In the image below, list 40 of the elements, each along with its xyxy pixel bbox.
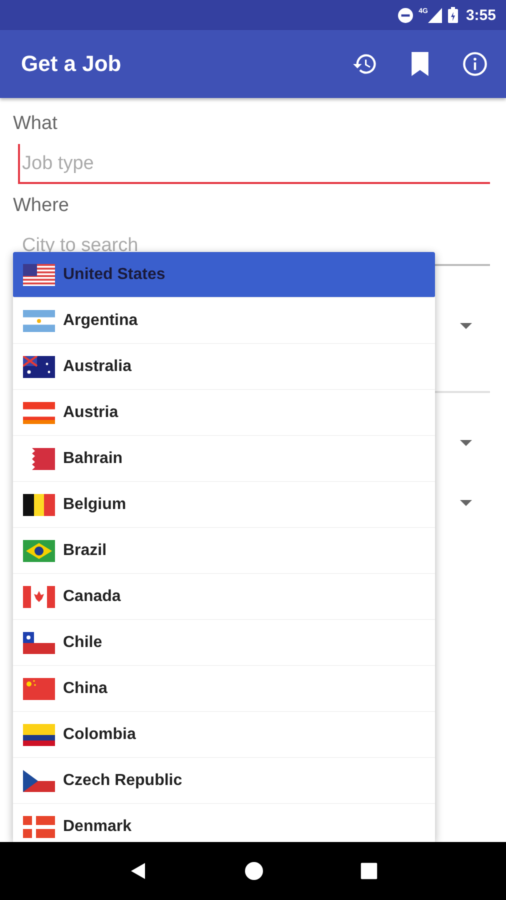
flag-icon <box>23 540 55 562</box>
flag-icon <box>23 264 55 286</box>
flag-icon <box>23 816 55 838</box>
flag-icon <box>23 678 55 700</box>
dropdown-arrow-icon[interactable] <box>460 440 472 446</box>
recents-icon[interactable] <box>360 862 378 880</box>
menu-item[interactable]: Argentina <box>13 298 435 344</box>
menu-item[interactable]: Czech Republic <box>13 758 435 804</box>
battery-icon <box>448 7 458 23</box>
dropdown-arrow-icon[interactable] <box>460 323 472 329</box>
clock: 3:55 <box>466 6 496 24</box>
do-not-disturb-icon <box>398 8 413 22</box>
app-title: Get a Job <box>21 51 122 77</box>
flag-icon <box>23 494 55 516</box>
flag-icon <box>23 586 55 608</box>
field-label: Where <box>13 194 70 218</box>
menu-item[interactable]: Denmark <box>13 804 435 842</box>
menu-item[interactable]: Colombia <box>13 712 435 758</box>
signal-icon <box>428 8 442 22</box>
menu-item[interactable]: China <box>13 666 435 712</box>
flag-icon <box>23 632 55 654</box>
menu-item[interactable]: Austria <box>13 390 435 436</box>
menu-item[interactable]: Bahrain <box>13 436 435 482</box>
menu-item[interactable]: Canada <box>13 574 435 620</box>
menu-item[interactable]: Belgium <box>13 482 435 528</box>
field-label: What <box>13 112 58 136</box>
flag-icon <box>23 310 55 332</box>
info-icon[interactable] <box>462 51 488 77</box>
flag-icon <box>23 402 55 424</box>
flag-icon <box>23 356 55 378</box>
flag-icon <box>23 770 55 792</box>
bookmark-icon[interactable] <box>410 52 430 76</box>
menu-item[interactable]: Australia <box>13 344 435 390</box>
dropdown-arrow-icon[interactable] <box>460 500 472 506</box>
home-icon[interactable] <box>244 861 264 881</box>
flag-icon <box>23 724 55 746</box>
flag-icon <box>23 448 55 470</box>
menu-item[interactable]: Chile <box>13 620 435 666</box>
menu-item[interactable]: Brazil <box>13 528 435 574</box>
input-field[interactable]: Job type <box>18 144 490 184</box>
